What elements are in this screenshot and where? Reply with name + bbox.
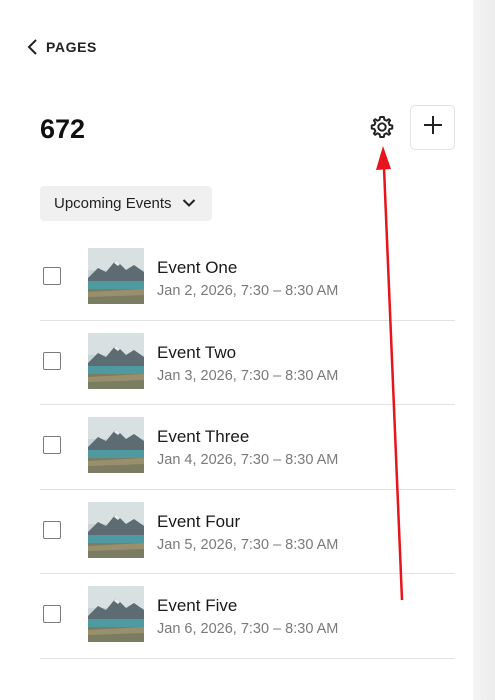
panel-edge-shade [473, 0, 495, 700]
event-thumbnail [88, 586, 144, 642]
event-date: Jan 3, 2026, 7:30 – 8:30 AM [157, 367, 339, 384]
event-row[interactable]: Event Five Jan 6, 2026, 7:30 – 8:30 AM [40, 574, 455, 659]
event-thumbnail [88, 332, 144, 389]
event-row[interactable]: Event Four Jan 5, 2026, 7:30 – 8:30 AM [40, 490, 455, 574]
event-checkbox[interactable] [43, 605, 61, 623]
settings-button[interactable] [364, 111, 400, 147]
chevron-down-icon [182, 195, 196, 213]
back-link-label: PAGES [46, 39, 97, 55]
filter-label: Upcoming Events [54, 195, 172, 212]
event-checkbox[interactable] [43, 351, 61, 370]
event-title: Event Five [157, 596, 238, 615]
event-checkbox[interactable] [43, 267, 61, 285]
event-row[interactable]: Event One Jan 2, 2026, 7:30 – 8:30 AM [40, 236, 455, 321]
event-date: Jan 4, 2026, 7:30 – 8:30 AM [157, 452, 339, 468]
event-title: Event Four [157, 511, 241, 531]
event-row[interactable]: Event Two Jan 3, 2026, 7:30 – 8:30 AM [40, 321, 455, 405]
add-event-button[interactable] [410, 105, 455, 150]
event-filter-dropdown[interactable]: Upcoming Events [40, 186, 212, 221]
event-date: Jan 2, 2026, 7:30 – 8:30 AM [157, 283, 339, 299]
event-row[interactable]: Event Three Jan 4, 2026, 7:30 – 8:30 AM [40, 405, 455, 490]
gear-icon [369, 114, 395, 145]
event-list: Event One Jan 2, 2026, 7:30 – 8:30 AM Ev… [40, 236, 455, 659]
chevron-left-icon [26, 38, 38, 56]
annotation-arrow-head [376, 146, 391, 170]
page-title: 672 [40, 114, 86, 144]
event-checkbox[interactable] [43, 520, 61, 539]
plus-icon [423, 115, 443, 140]
event-date: Jan 5, 2026, 7:30 – 8:30 AM [157, 536, 339, 553]
event-thumbnail [88, 501, 144, 558]
event-thumbnail [88, 417, 144, 473]
event-title: Event Three [157, 427, 250, 446]
event-date: Jan 6, 2026, 7:30 – 8:30 AM [157, 621, 339, 637]
event-checkbox[interactable] [43, 436, 61, 454]
back-to-pages-link[interactable]: PAGES [26, 38, 97, 56]
event-thumbnail [88, 248, 144, 304]
event-title: Event Two [157, 342, 237, 362]
event-title: Event One [157, 258, 238, 277]
